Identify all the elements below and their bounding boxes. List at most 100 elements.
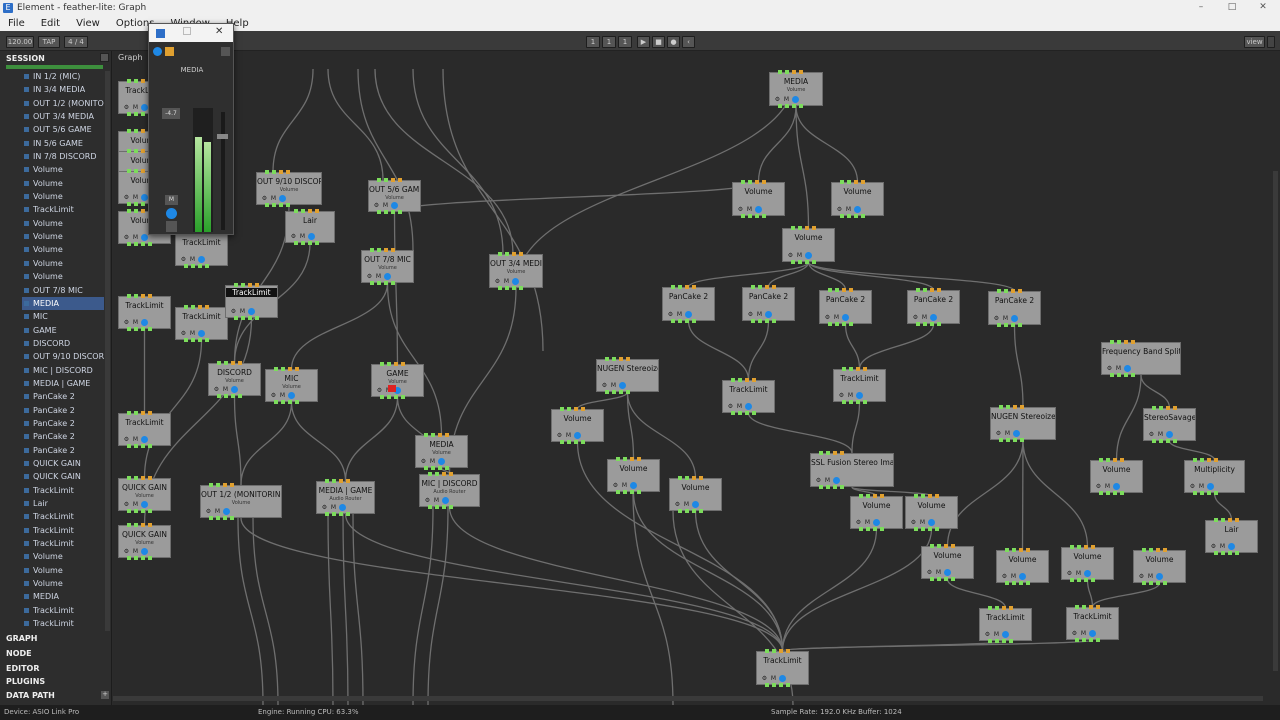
settings-icon[interactable] bbox=[221, 47, 230, 56]
node-output-port[interactable] bbox=[127, 327, 131, 331]
session-item[interactable]: QUICK GAIN bbox=[22, 457, 104, 470]
node-power-icon[interactable] bbox=[384, 273, 391, 280]
node-output-port[interactable] bbox=[849, 400, 853, 404]
graph-node[interactable]: Volume ⚙M bbox=[607, 457, 660, 494]
connection-wire[interactable] bbox=[272, 68, 314, 173]
node-input-port[interactable] bbox=[428, 472, 432, 476]
node-input-port[interactable] bbox=[134, 294, 138, 298]
menu-view[interactable]: View bbox=[68, 18, 108, 29]
node-power-icon[interactable] bbox=[854, 206, 861, 213]
node-mute-button[interactable]: M bbox=[1157, 431, 1164, 438]
node-output-port[interactable] bbox=[1221, 551, 1225, 555]
node-output-port[interactable] bbox=[265, 203, 269, 207]
node-output-port[interactable] bbox=[384, 281, 388, 285]
connection-wire[interactable] bbox=[515, 71, 797, 289]
node-output-port[interactable] bbox=[819, 485, 823, 489]
node-output-port[interactable] bbox=[805, 260, 809, 264]
node-gear-icon[interactable]: ⚙ bbox=[674, 501, 681, 508]
connection-wire[interactable] bbox=[412, 506, 434, 705]
node-input-port[interactable] bbox=[127, 209, 131, 213]
node-input-port[interactable] bbox=[205, 305, 209, 309]
node-input-port[interactable] bbox=[286, 170, 290, 174]
node-output-port[interactable] bbox=[619, 390, 623, 394]
node-output-port[interactable] bbox=[401, 395, 405, 399]
node-input-port[interactable] bbox=[442, 472, 446, 476]
node-output-port[interactable] bbox=[785, 104, 789, 108]
node-input-port[interactable] bbox=[295, 367, 299, 371]
node-input-port[interactable] bbox=[1131, 340, 1135, 344]
node-mute-button[interactable]: M bbox=[239, 308, 246, 315]
stop-button[interactable]: ■ bbox=[652, 36, 665, 48]
node-power-icon[interactable] bbox=[231, 386, 238, 393]
node-input-port[interactable] bbox=[141, 294, 145, 298]
node-output-port[interactable] bbox=[241, 316, 245, 320]
close-icon[interactable]: ✕ bbox=[215, 26, 223, 37]
node-mute-button[interactable]: M bbox=[1002, 315, 1009, 322]
graph-node[interactable]: Multiplicity ⚙ M bbox=[1184, 458, 1245, 495]
node-output-port[interactable] bbox=[1026, 581, 1030, 585]
node-input-port[interactable] bbox=[134, 523, 138, 527]
connection-wire[interactable] bbox=[240, 401, 293, 486]
graph-node[interactable]: QUICK GAIN Volume ⚙ M bbox=[118, 523, 171, 560]
node-gear-icon[interactable]: ⚙ bbox=[270, 392, 277, 399]
node-mute-button[interactable]: M bbox=[824, 477, 831, 484]
node-output-port[interactable] bbox=[148, 444, 152, 448]
node-input-port[interactable] bbox=[217, 361, 221, 365]
node-mute-button[interactable]: M bbox=[864, 519, 871, 526]
node-input-port[interactable] bbox=[209, 483, 213, 487]
session-item[interactable]: TrackLimit bbox=[22, 510, 104, 523]
node-power-icon[interactable] bbox=[512, 278, 519, 285]
graph-node[interactable]: MEDIA Volume ⚙ M bbox=[415, 433, 468, 470]
node-output-port[interactable] bbox=[1152, 439, 1156, 443]
node-input-port[interactable] bbox=[792, 70, 796, 74]
menu-file[interactable]: File bbox=[0, 18, 33, 29]
node-input-port[interactable] bbox=[281, 367, 285, 371]
node-output-port[interactable] bbox=[184, 338, 188, 342]
node-input-port[interactable] bbox=[1110, 340, 1114, 344]
session-item[interactable]: PanCake 2 bbox=[22, 417, 104, 430]
node-input-port[interactable] bbox=[445, 433, 449, 437]
node-output-port[interactable] bbox=[127, 509, 131, 513]
graph-node[interactable]: PanCake 2 ⚙ M bbox=[662, 285, 715, 323]
node-output-port[interactable] bbox=[231, 394, 235, 398]
node-input-port[interactable] bbox=[828, 288, 832, 292]
node-output-port[interactable] bbox=[930, 577, 934, 581]
node-gear-icon[interactable]: ⚙ bbox=[123, 548, 130, 555]
node-output-port[interactable] bbox=[1207, 491, 1211, 495]
node-gear-icon[interactable]: ⚙ bbox=[824, 314, 831, 321]
session-item[interactable]: Volume bbox=[22, 217, 104, 230]
node-output-port[interactable] bbox=[424, 466, 428, 470]
node-output-port[interactable] bbox=[792, 104, 796, 108]
node-output-port[interactable] bbox=[847, 214, 851, 218]
node-input-port[interactable] bbox=[798, 226, 802, 230]
node-power-icon[interactable] bbox=[873, 519, 880, 526]
node-output-port[interactable] bbox=[272, 203, 276, 207]
node-input-port[interactable] bbox=[1124, 340, 1128, 344]
node-power-icon[interactable] bbox=[141, 234, 148, 241]
node-input-port[interactable] bbox=[765, 649, 769, 653]
node-input-port[interactable] bbox=[738, 378, 742, 382]
node-power-icon[interactable] bbox=[141, 436, 148, 443]
node-output-port[interactable] bbox=[449, 505, 453, 509]
session-item[interactable]: OUT 1/2 (MONITORING) bbox=[22, 97, 104, 110]
node-input-port[interactable] bbox=[148, 476, 152, 480]
node-output-port[interactable] bbox=[398, 210, 402, 214]
connection-wire[interactable] bbox=[1022, 439, 1089, 548]
node-input-port[interactable] bbox=[751, 285, 755, 289]
node-gear-icon[interactable]: ⚙ bbox=[321, 504, 328, 511]
vertical-scrollbar[interactable] bbox=[1273, 171, 1278, 671]
node-input-port[interactable] bbox=[1026, 548, 1030, 552]
node-input-port[interactable] bbox=[692, 476, 696, 480]
node-gear-icon[interactable]: ⚙ bbox=[761, 675, 768, 682]
connection-wire[interactable] bbox=[1013, 324, 1024, 408]
connection-wire[interactable] bbox=[1086, 579, 1094, 608]
node-input-port[interactable] bbox=[1006, 405, 1010, 409]
node-input-port[interactable] bbox=[332, 479, 336, 483]
node-mute-button[interactable]: M bbox=[833, 314, 840, 321]
connection-wire[interactable] bbox=[327, 68, 384, 181]
node-input-port[interactable] bbox=[1113, 458, 1117, 462]
node-mute-button[interactable]: M bbox=[610, 382, 617, 389]
node-gear-icon[interactable]: ⚙ bbox=[910, 519, 917, 526]
node-input-port[interactable] bbox=[216, 483, 220, 487]
node-gear-icon[interactable]: ⚙ bbox=[838, 392, 845, 399]
